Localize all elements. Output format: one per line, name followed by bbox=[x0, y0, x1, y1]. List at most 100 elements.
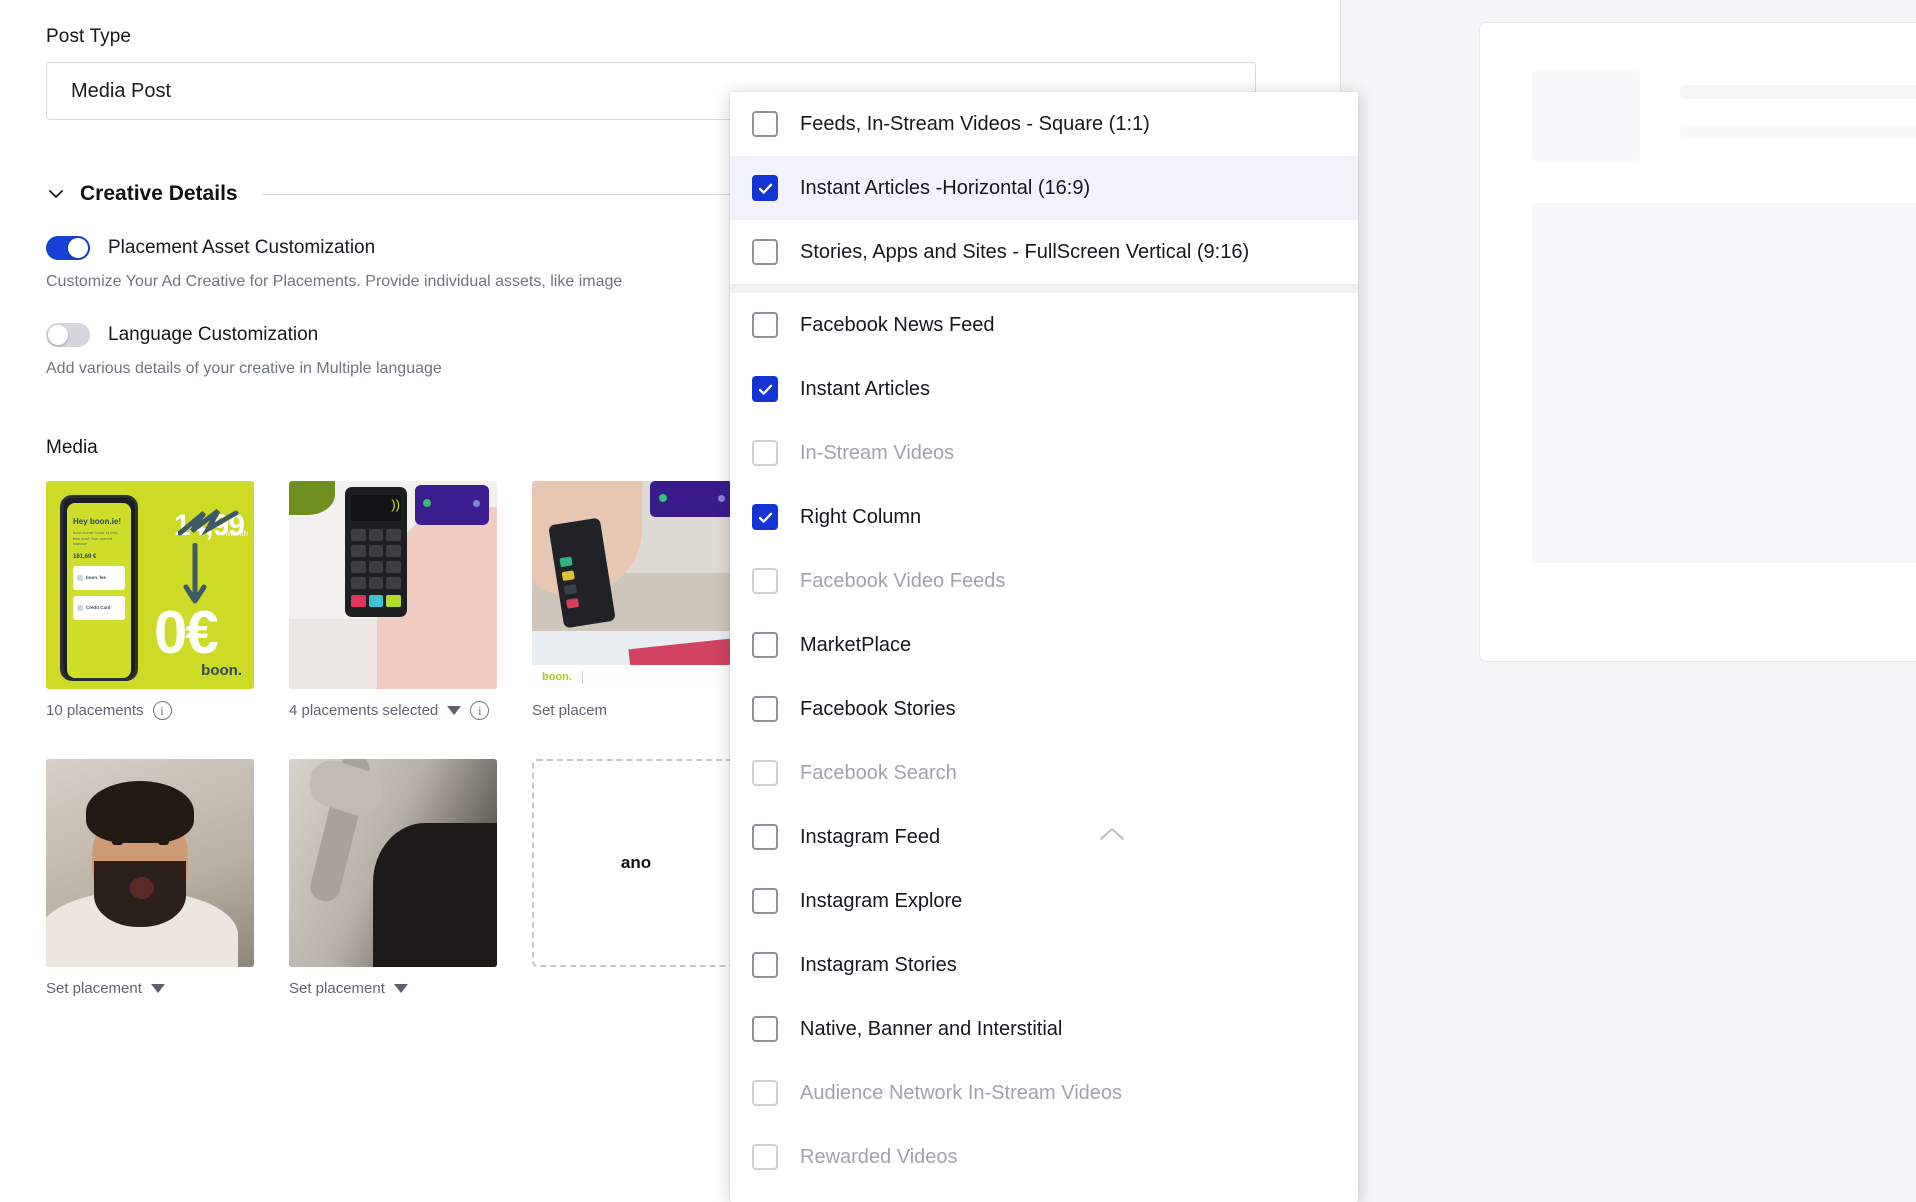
checkbox-checked-icon[interactable] bbox=[752, 175, 778, 201]
checkbox-unchecked-icon[interactable] bbox=[752, 312, 778, 338]
thumb-greeting: Hey boon.ie! bbox=[73, 517, 122, 527]
checkbox-unchecked-icon bbox=[752, 1144, 778, 1170]
checkbox-unchecked-icon[interactable] bbox=[752, 632, 778, 658]
dropdown-option-facebook-news-feed[interactable]: Facebook News Feed bbox=[730, 293, 1358, 357]
checkbox-unchecked-icon bbox=[752, 568, 778, 594]
dropdown-option-label: Audience Network In-Stream Videos bbox=[800, 1081, 1123, 1104]
ad-creative-editor: Post Type Media Post Creative Details Pl… bbox=[0, 0, 1916, 1202]
chevron-down-icon[interactable] bbox=[150, 983, 165, 993]
checkbox-unchecked-icon bbox=[752, 760, 778, 786]
dropdown-option-audience-network-in-stream-videos: Audience Network In-Stream Videos bbox=[730, 1061, 1358, 1125]
placement-count-label: Set placem bbox=[532, 701, 608, 719]
dropdown-option-instagram-feed[interactable]: Instagram Feed bbox=[730, 805, 1358, 869]
media-thumbnail-contactless-tap[interactable]: boon. bbox=[532, 481, 740, 690]
dropdown-option-label: MarketPlace bbox=[800, 633, 912, 656]
placement-asset-customization-toggle[interactable] bbox=[46, 236, 90, 260]
dropdown-option-label: Facebook Video Feeds bbox=[800, 569, 1006, 592]
checkbox-checked-icon[interactable] bbox=[752, 504, 778, 530]
add-another-media-dropzone[interactable]: ano bbox=[532, 759, 740, 968]
dropdown-option-in-stream-videos: In-Stream Videos bbox=[730, 421, 1358, 485]
placements-options-section: Facebook News Feed Instant Articles In-S… bbox=[730, 293, 1358, 1189]
upload-box-label: ano bbox=[620, 853, 652, 873]
preview-skeleton-card bbox=[1479, 22, 1916, 662]
dropdown-option-label: Instant Articles bbox=[800, 377, 931, 400]
checkbox-unchecked-icon[interactable] bbox=[752, 1016, 778, 1042]
language-customization-toggle[interactable] bbox=[46, 322, 90, 347]
dropdown-option-label: Facebook Stories bbox=[800, 697, 956, 720]
thumb-brand: boon. bbox=[542, 671, 572, 684]
thumb-subtext: boon.home! boon. is free, free now! Your… bbox=[73, 530, 119, 547]
dropdown-option-label: Right Column bbox=[800, 505, 922, 528]
dropdown-option-instant-articles-horizontal[interactable]: Instant Articles -Horizontal (16:9) bbox=[730, 156, 1358, 220]
chevron-down-icon[interactable] bbox=[393, 983, 408, 993]
dropdown-option-label: Instagram Feed bbox=[800, 825, 941, 848]
media-caption[interactable]: Set placement bbox=[289, 977, 497, 999]
checkbox-unchecked-icon[interactable] bbox=[752, 239, 778, 265]
dropdown-option-label: In-Stream Videos bbox=[800, 441, 955, 464]
media-thumbnail-boon-app-promo[interactable]: Hey boon.ie! boon.home! boon. is free, f… bbox=[46, 481, 254, 690]
dropdown-option-right-column[interactable]: Right Column bbox=[730, 485, 1358, 549]
thumb-period: /Month bbox=[223, 529, 248, 539]
skeleton-thumbnail bbox=[1532, 71, 1640, 161]
checkbox-unchecked-icon[interactable] bbox=[752, 696, 778, 722]
placement-dropdown-menu[interactable]: Feeds, In-Stream Videos - Square (1:1) I… bbox=[730, 92, 1358, 1202]
language-customization-label: Language Customization bbox=[108, 323, 319, 345]
dropdown-option-stories-apps-sites-fullscreen[interactable]: Stories, Apps and Sites - FullScreen Ver… bbox=[730, 220, 1358, 284]
chevron-down-icon[interactable] bbox=[46, 184, 66, 204]
post-type-value: Media Post bbox=[71, 79, 172, 102]
dropdown-option-label: Rewarded Videos bbox=[800, 1145, 958, 1168]
dropdown-section-divider bbox=[730, 284, 1358, 293]
dropdown-option-rewarded-videos: Rewarded Videos bbox=[730, 1125, 1358, 1189]
checkbox-unchecked-icon[interactable] bbox=[752, 952, 778, 978]
checkbox-unchecked-icon bbox=[752, 1080, 778, 1106]
media-thumbnail-bearded-man[interactable] bbox=[46, 759, 254, 968]
media-caption[interactable]: 10 placements i bbox=[46, 699, 254, 721]
info-icon[interactable]: i bbox=[470, 700, 490, 720]
info-icon[interactable]: i bbox=[152, 700, 172, 720]
dropdown-option-label: Facebook News Feed bbox=[800, 313, 995, 336]
placement-count-label: Set placement bbox=[289, 979, 385, 997]
media-item: Set placement bbox=[46, 759, 254, 999]
chevron-up-icon[interactable] bbox=[1098, 825, 1126, 849]
media-item: Set placement bbox=[289, 759, 497, 999]
dropdown-option-instagram-stories[interactable]: Instagram Stories bbox=[730, 933, 1358, 997]
skeleton-line bbox=[1680, 85, 1916, 99]
chevron-down-icon[interactable] bbox=[447, 705, 462, 715]
post-type-label: Post Type bbox=[46, 26, 132, 47]
dropdown-option-facebook-video-feeds: Facebook Video Feeds bbox=[730, 549, 1358, 613]
checkbox-checked-icon[interactable] bbox=[752, 376, 778, 402]
dropdown-option-instant-articles[interactable]: Instant Articles bbox=[730, 357, 1358, 421]
dropdown-option-label: Native, Banner and Interstitial bbox=[800, 1017, 1063, 1040]
media-caption[interactable]: 4 placements selected i bbox=[289, 699, 497, 721]
dropdown-option-label: Instagram Stories bbox=[800, 953, 957, 976]
thumb-row2-label: Credit Card bbox=[86, 605, 111, 611]
thumb-brand: boon. bbox=[201, 662, 242, 680]
dropdown-option-feeds-in-stream-square[interactable]: Feeds, In-Stream Videos - Square (1:1) bbox=[730, 92, 1358, 156]
thumb-zero-price: 0€ bbox=[154, 599, 219, 667]
placement-count-label: Set placement bbox=[46, 979, 142, 997]
checkbox-unchecked-icon[interactable] bbox=[752, 888, 778, 914]
placement-count-label: 10 placements bbox=[46, 701, 144, 719]
page-title: Creative Details bbox=[80, 182, 238, 205]
checkbox-unchecked-icon[interactable] bbox=[752, 824, 778, 850]
media-thumbnail-payment-terminal[interactable]: )) bbox=[289, 481, 497, 690]
dropdown-option-marketplace[interactable]: MarketPlace bbox=[730, 613, 1358, 677]
checkbox-unchecked-icon[interactable] bbox=[752, 111, 778, 137]
dropdown-option-label: Instagram Explore bbox=[800, 889, 963, 912]
media-caption[interactable]: Set placement bbox=[46, 977, 254, 999]
placement-asset-customization-label: Placement Asset Customization bbox=[108, 237, 376, 258]
dropdown-option-instagram-explore[interactable]: Instagram Explore bbox=[730, 869, 1358, 933]
dropdown-option-label: Feeds, In-Stream Videos - Square (1:1) bbox=[800, 112, 1150, 135]
dropdown-option-facebook-stories[interactable]: Facebook Stories bbox=[730, 677, 1358, 741]
skeleton-line bbox=[1680, 127, 1916, 137]
media-caption[interactable]: Set placem bbox=[532, 699, 740, 721]
thumb-balance: 181,69 € bbox=[73, 553, 97, 560]
dropdown-option-native-banner-interstitial[interactable]: Native, Banner and Interstitial bbox=[730, 997, 1358, 1061]
ad-preview-panel bbox=[1340, 0, 1916, 1202]
media-item: Hey boon.ie! boon.home! boon. is free, f… bbox=[46, 481, 254, 721]
media-thumbnail-faucet-scene[interactable] bbox=[289, 759, 497, 968]
media-item: boon. Set placem bbox=[532, 481, 740, 721]
dropdown-option-facebook-search: Facebook Search bbox=[730, 741, 1358, 805]
media-item: )) 4 placements selected i bbox=[289, 481, 497, 721]
placement-count-label: 4 placements selected bbox=[289, 701, 439, 719]
